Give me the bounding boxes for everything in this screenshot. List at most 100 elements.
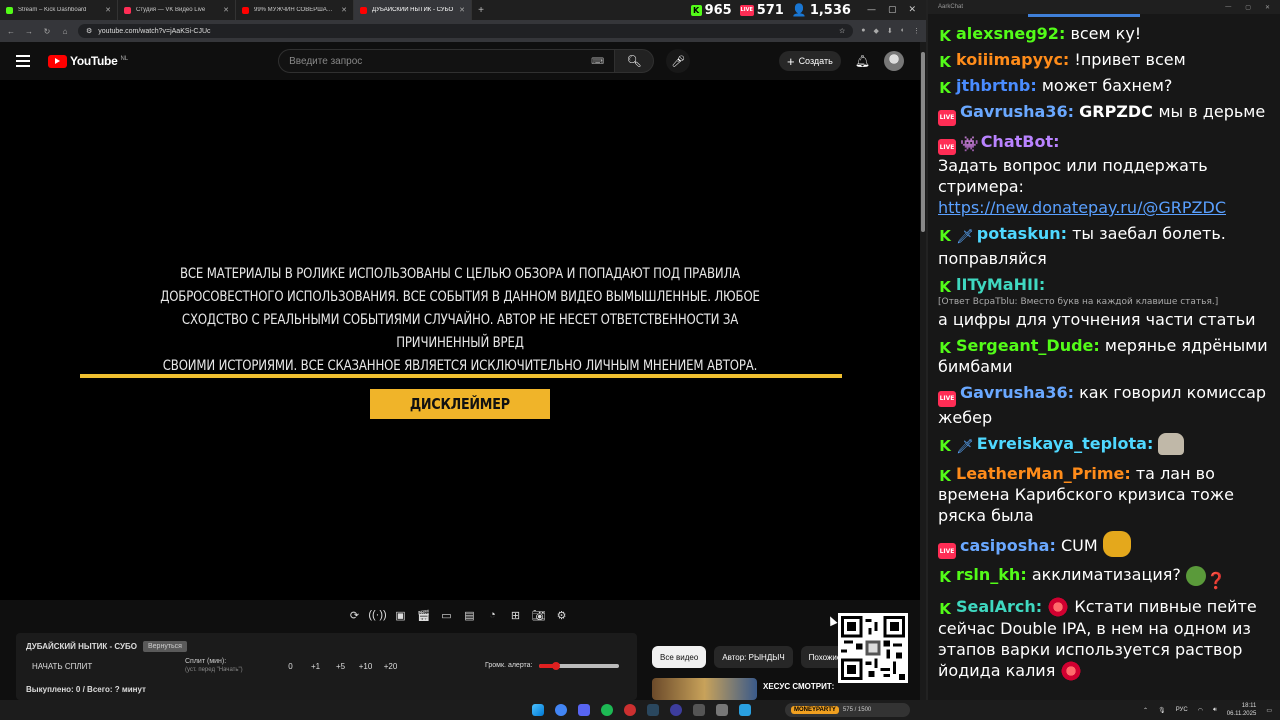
chat-username[interactable]: Gavrusha36: [960,383,1074,402]
discord-icon[interactable] [578,704,590,716]
youtube-logo[interactable]: YouTube NL [48,54,128,68]
close-tab-icon[interactable]: ✕ [105,6,111,14]
create-button[interactable]: + Создать [778,51,841,71]
add-10-button[interactable]: +10 [353,662,378,671]
chat-message: K LeatherMan_Prime: та лан во времена Кар… [938,463,1270,526]
menu-kebab-icon[interactable]: ⋮ [913,27,920,35]
close-tab-icon[interactable]: ✕ [223,6,229,14]
vk-live-badge-icon: LIVE [938,543,956,559]
windows-start-icon[interactable] [532,704,544,716]
wifi-icon[interactable]: ◠ [1198,707,1203,714]
notifications-icon[interactable]: ▭ [1266,707,1272,714]
speed-gauge-icon[interactable]: ◔ [485,608,500,623]
minimize-icon[interactable]: — [1225,4,1231,11]
picture-in-picture-icon[interactable]: ▭ [439,608,454,623]
add-box-icon[interactable]: ⊞ [508,608,523,623]
avatar[interactable] [884,51,904,71]
spotify-icon[interactable] [601,704,613,716]
add-1-button[interactable]: +1 [303,662,328,671]
obs-icon[interactable] [670,704,682,716]
gear-icon[interactable]: ⚙ [554,608,569,623]
slider-handle[interactable] [552,661,561,670]
notifications-bell-icon[interactable]: 🔔︎ [855,54,870,68]
download-icon[interactable]: ⬇ [887,27,893,35]
voice-search-button[interactable]: 🎤︎ [666,49,691,73]
telegram-icon[interactable] [739,704,751,716]
maximize-icon[interactable]: ▢ [1245,4,1251,11]
close-tab-icon[interactable]: ✕ [341,6,347,14]
chat-username[interactable]: jthbrtnb: [956,76,1037,95]
restore-button[interactable]: Вернуться [143,641,187,652]
clock[interactable]: 18:11 06.11.2025 [1227,702,1257,718]
chat-username[interactable]: Sergeant_Dude: [956,336,1100,355]
minimize-icon[interactable]: — [867,5,876,15]
recommended-video[interactable]: ХЕСУС СМОТРИТ: [652,678,834,700]
chat-username[interactable]: Gavrusha36: [960,102,1074,121]
aspect-ratio-icon[interactable]: ▤ [462,608,477,623]
chip-author[interactable]: Автор: РЫНДЫЧ [714,646,793,668]
scrollbar-thumb[interactable] [921,52,925,232]
close-tab-icon[interactable]: ✕ [459,6,465,14]
screenshot-camera-icon[interactable]: 📷︎ [531,608,546,623]
clapper-icon[interactable]: 🎬︎ [416,608,431,623]
chat-username[interactable]: lITyMaHII: [956,275,1045,294]
chat-username[interactable]: potaskun: [977,224,1067,243]
chat-text: акклиматизация? [1031,565,1181,584]
add-20-button[interactable]: +20 [378,662,403,671]
app-icon[interactable] [716,704,728,716]
alert-volume-slider[interactable] [538,661,619,670]
reload-icon[interactable]: ↻ [42,27,52,36]
tab-youtube-active[interactable]: ДУБАЙСКИЙ НЫТИК - СУБО ✕ [354,0,472,20]
menu-hamburger-icon[interactable] [16,55,30,67]
search-placeholder: Введите запрос [289,55,363,67]
red-gem-emote-icon [1047,596,1070,618]
extension-icon[interactable]: ◆ [874,27,879,35]
video-player[interactable]: ВСЕ МАТЕРИАЛЫ В РОЛИКЕ ИСПОЛЬЗОВАНЫ С ЦЕ… [0,80,920,600]
chat-username[interactable]: rsln_kh: [956,565,1027,584]
bookmark-star-icon[interactable]: ☆ [839,27,845,35]
search-input[interactable]: Введите запрос ⌨ [278,49,615,73]
app-icon[interactable] [693,704,705,716]
tab-vk-studio[interactable]: Студия — VK Видео Live ✕ [118,0,236,20]
loop-icon[interactable]: ⟳ [347,608,362,623]
keyboard-icon[interactable]: ⌨ [591,56,604,67]
chat-username[interactable]: ChatBot: [981,132,1060,151]
close-icon[interactable]: ✕ [908,5,916,15]
new-tab-button[interactable]: + [472,0,490,20]
add-5-button[interactable]: +5 [328,662,353,671]
url-field[interactable]: ⚙ youtube.com/watch?v=jAaKSi-CJUc ☆ [78,24,854,38]
video-thumbnail[interactable] [652,678,757,700]
language-indicator[interactable]: РУС [1176,707,1188,713]
start-split-button[interactable]: НАЧАТЬ СПЛИТ [32,662,92,671]
search-button[interactable]: 🔍︎ [614,49,655,73]
chat-username[interactable]: alexsneg92: [956,24,1065,43]
volume-icon[interactable]: 🔊︎ [1213,707,1217,714]
chat-username[interactable]: SealArch: [956,597,1042,616]
tab-kick-dashboard[interactable]: Stream – Kick Dashboard ✕ [0,0,118,20]
screen-settings-icon[interactable]: ▣ [393,608,408,623]
tab-youtube-1[interactable]: 99% МУЖЧИН СОВЕРШАЮТ Э ✕ [236,0,354,20]
chevron-up-icon[interactable]: ⌃ [1143,707,1148,714]
forward-icon[interactable]: → [24,27,34,36]
chat-username[interactable]: casiposha: [960,536,1056,555]
close-icon[interactable]: ✕ [1265,4,1270,11]
back-icon[interactable]: ← [6,27,16,36]
browser-icon[interactable] [624,704,636,716]
chip-all-videos[interactable]: Все видео [652,646,707,668]
chrome-icon[interactable] [555,704,567,716]
recommended-title[interactable]: ХЕСУС СМОТРИТ: [763,682,834,700]
chat-username[interactable]: koiiimapyус: [956,50,1069,69]
site-info-icon[interactable]: ⚙ [86,27,92,35]
chat-link[interactable]: https://new.donatepay.ru/@GRPZDC [938,198,1226,217]
chat-window-controls: — ▢ ✕ [1225,4,1270,11]
maximize-icon[interactable]: ▢ [888,5,897,15]
chat-username[interactable]: Evreiskaya_teplota: [977,434,1154,453]
microphone-icon[interactable]: 🎙︎ [1158,707,1166,714]
divider [80,374,842,378]
extension-icon[interactable]: ● [861,27,865,35]
chat-username[interactable]: LeatherMan_Prime: [956,464,1131,483]
home-icon[interactable]: ⌂ [60,27,70,36]
profile-icon[interactable]: ◐ [901,27,905,35]
broadcast-icon[interactable]: ((·)) [368,608,386,623]
steam-icon[interactable] [647,704,659,716]
